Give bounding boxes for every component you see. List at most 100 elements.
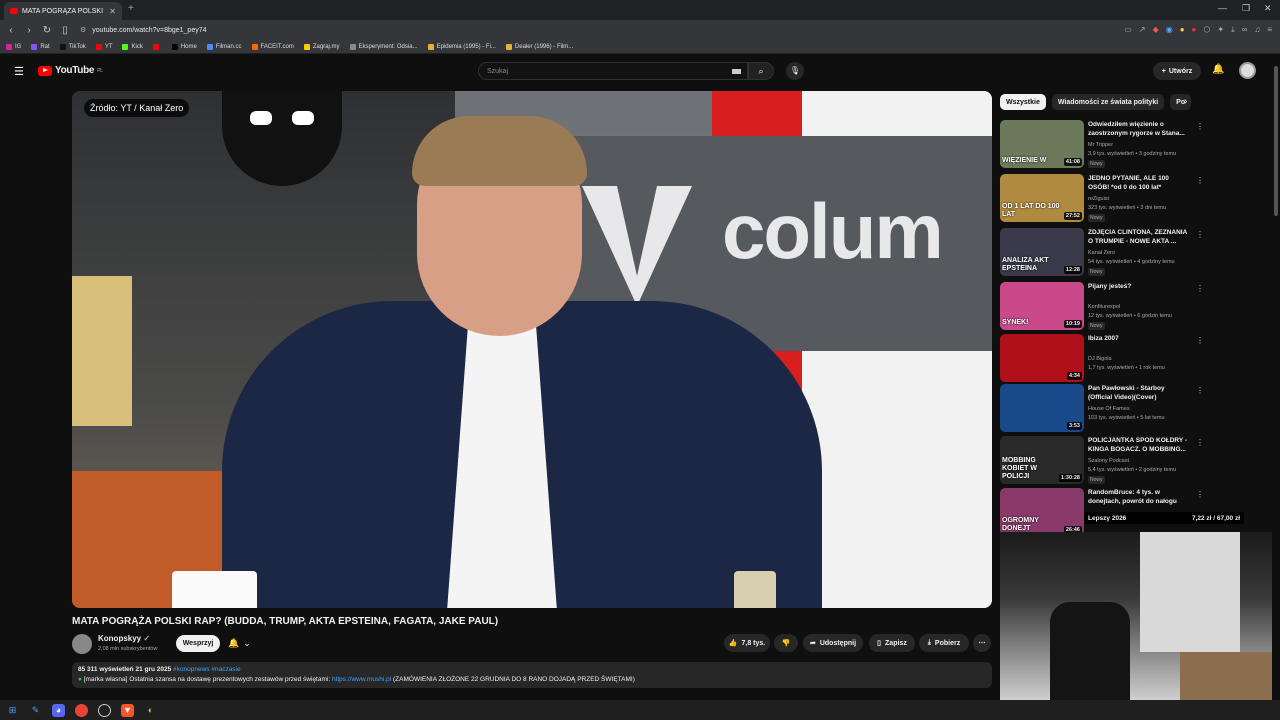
notifications-bell-icon[interactable]: 🔔 (1212, 64, 1224, 75)
recommendation-channel[interactable]: Mr Tripper (1088, 142, 1113, 148)
menu-icon[interactable]: ≡ (1267, 25, 1272, 35)
discord-icon[interactable]: ◕ (52, 703, 65, 717)
more-vertical-icon[interactable]: ⋮ (1196, 284, 1204, 293)
recommendation-title[interactable]: Odwiedziłem więzienie o zaostrzonym rygo… (1088, 120, 1188, 138)
more-vertical-icon[interactable]: ⋮ (1196, 230, 1204, 239)
extension-icon[interactable]: ● (1180, 25, 1185, 35)
bookmark-item[interactable] (152, 43, 162, 50)
recommendation-channel[interactable]: DJ Bigola (1088, 356, 1112, 362)
video-thumbnail[interactable]: 4:34 (1000, 334, 1084, 382)
playlist-icon[interactable]: ♫ (1254, 25, 1260, 35)
recommendation-item[interactable]: 3:53 Pan Pawłowski - Starboy (Official Vi… (1000, 384, 1204, 432)
recommendation-channel[interactable]: reZiguist (1088, 196, 1109, 202)
close-tab-icon[interactable]: ✕ (109, 7, 116, 16)
search-button[interactable]: ⌕ (748, 62, 774, 80)
bookmark-item[interactable]: Home (171, 43, 197, 50)
keyboard-icon[interactable] (732, 68, 741, 74)
new-tab-icon[interactable]: + (128, 3, 134, 14)
more-vertical-icon[interactable]: ⋮ (1196, 386, 1204, 395)
bookmark-item[interactable]: Eksperyment: Odsia... (349, 43, 418, 50)
video-thumbnail[interactable]: MOBBING KOBIET W POLICJI 1:30:28 (1000, 436, 1084, 484)
recommendation-channel[interactable]: House Of Fames (1088, 406, 1130, 412)
recommendation-item[interactable]: OD 1 LAT DO 100 LAT 27:52 JEDNO PYTANIE, A… (1000, 174, 1204, 222)
forward-icon[interactable]: › (22, 25, 36, 36)
recommendation-title[interactable]: Pan Pawłowski - Starboy (Official Video)… (1088, 384, 1188, 402)
description-link[interactable]: https://www.mushi.pl (332, 676, 391, 683)
create-button[interactable]: + Utwórz (1153, 62, 1201, 80)
chip-all[interactable]: Wszystkie (1000, 94, 1046, 110)
video-thumbnail[interactable]: 3:53 (1000, 384, 1084, 432)
recommendation-channel[interactable]: Szalony Podcast (1088, 458, 1129, 464)
bookmark-item[interactable]: TikTok (59, 43, 86, 50)
avatar[interactable] (1239, 62, 1256, 79)
like-button[interactable]: 👍 7,8 tys. (724, 634, 770, 652)
url-field[interactable]: ⚙ youtube.com/watch?v=8bge1_pey74 (80, 22, 1124, 38)
download-icon[interactable]: ⤓ (1231, 25, 1235, 35)
chevron-right-icon[interactable]: › (1184, 96, 1187, 107)
windows-start-icon[interactable]: ⊞ (6, 704, 19, 717)
recommendation-title[interactable]: ZDJĘCIA CLINTONA, ZEZNANIA O TRUMPIE - N… (1088, 228, 1188, 246)
bookmark-item[interactable]: Epidemia (1995) - Fi... (427, 43, 496, 50)
bookmark-item[interactable]: Filman.cc (206, 43, 242, 50)
recommendation-title[interactable]: RandomBruce: 4 tys. w donejtach, powrót … (1088, 488, 1188, 506)
minimize-icon[interactable]: — (1218, 3, 1227, 13)
chip-filter[interactable]: Po (1170, 94, 1192, 110)
channel-avatar[interactable] (72, 634, 92, 654)
close-window-icon[interactable]: ✕ (1264, 3, 1272, 14)
obs-icon[interactable] (98, 703, 111, 717)
notification-settings-button[interactable]: 🔔 ⌄ (228, 635, 260, 652)
share-icon[interactable]: ↗ (1139, 25, 1146, 35)
download-button[interactable]: ⤓ Pobierz (919, 634, 969, 652)
recommendation-title[interactable]: Pijany jesteś? (1088, 282, 1188, 291)
hashtags[interactable]: #konopnews #naczasie (173, 666, 241, 673)
chip-filter[interactable]: Wiadomości ze świata polityki (1051, 94, 1165, 110)
bookmark-item[interactable]: FACEIT.com (251, 43, 294, 50)
puzzle-icon[interactable]: ✦ (1217, 25, 1224, 35)
link-icon[interactable]: ∞ (1242, 25, 1248, 35)
app-icon[interactable]: ◐ (144, 704, 157, 717)
app-icon[interactable]: ✎ (29, 704, 42, 717)
bookmark-item[interactable]: Zagraj.my (303, 43, 340, 50)
recommendation-item[interactable]: MOBBING KOBIET W POLICJI 1:30:28 POLICJANT… (1000, 436, 1204, 484)
search-input[interactable]: Szukaj (478, 62, 748, 80)
extension-icon[interactable]: ● (1192, 25, 1197, 35)
bookmark-item[interactable]: Dealer (1996) - Film... (505, 43, 573, 50)
recommendation-title[interactable]: JEDNO PYTANIE, ALE 100 OSÓB! *od 0 do 10… (1088, 174, 1188, 192)
recommendation-item[interactable]: ANALIZA AKT EPSTEINA 12:28 ZDJĘCIA CLINTON… (1000, 228, 1204, 276)
video-thumbnail[interactable]: OGROMNY DONEJT 26:46 (1000, 488, 1084, 536)
youtube-logo[interactable]: YouTube PL (38, 65, 103, 76)
description-box[interactable]: 85 311 wyświetleń 21 gru 2025 #konopnews… (72, 662, 992, 688)
more-actions-button[interactable]: ⋯ (973, 634, 991, 652)
support-button[interactable]: Wesprzyj (176, 635, 220, 652)
scrollbar-thumb[interactable] (1274, 66, 1278, 216)
site-info-icon[interactable]: ⚙ (80, 26, 86, 34)
bookmark-page-icon[interactable]: ▯ (58, 25, 72, 36)
channel-name[interactable]: Konopskyy ✓ (98, 634, 150, 643)
page-scrollbar[interactable] (1272, 56, 1280, 700)
bookmark-item[interactable]: Rat (31, 43, 50, 50)
more-vertical-icon[interactable]: ⋮ (1196, 438, 1204, 447)
share-button[interactable]: ➦ Udostępnij (803, 634, 863, 652)
extension-icon[interactable]: ◉ (1166, 25, 1173, 35)
cast-icon[interactable]: ▭ (1124, 25, 1132, 35)
recommendation-item[interactable]: SYNEK! 10:19 Pijany jesteś? Konfiturexpol 12… (1000, 282, 1204, 330)
save-button[interactable]: ▯ Zapisz (869, 634, 915, 652)
video-thumbnail[interactable]: SYNEK! 10:19 (1000, 282, 1084, 330)
bookmark-item[interactable]: IG (6, 43, 21, 50)
maximize-icon[interactable]: ❐ (1242, 3, 1250, 14)
more-vertical-icon[interactable]: ⋮ (1196, 176, 1204, 185)
recommendation-title[interactable]: Ibiza 2007 (1088, 334, 1188, 343)
reload-icon[interactable]: ↻ (40, 25, 54, 36)
bookmark-item[interactable]: YT (95, 43, 112, 50)
voice-search-button[interactable]: 🎙 (786, 62, 804, 80)
more-vertical-icon[interactable]: ⋮ (1196, 122, 1204, 131)
dislike-button[interactable]: 👎 (774, 634, 798, 652)
recommendation-title[interactable]: POLICJANTKA SPOD KOŁDRY - KINGA BOGACZ. … (1088, 436, 1188, 454)
recommendation-channel[interactable]: Konfiturexpol (1088, 304, 1120, 310)
hamburger-menu-icon[interactable]: ☰ (14, 65, 24, 78)
video-player[interactable]: colum Źródło: YT / Kanał Zero (72, 91, 992, 608)
recommendation-channel[interactable]: Kanał Zero (1088, 250, 1115, 256)
video-thumbnail[interactable]: OD 1 LAT DO 100 LAT 27:52 (1000, 174, 1084, 222)
chrome-icon[interactable] (75, 703, 88, 717)
browser-tab[interactable]: MATA POGRĄŻA POLSKI RAP? ( ✕ (4, 2, 122, 20)
